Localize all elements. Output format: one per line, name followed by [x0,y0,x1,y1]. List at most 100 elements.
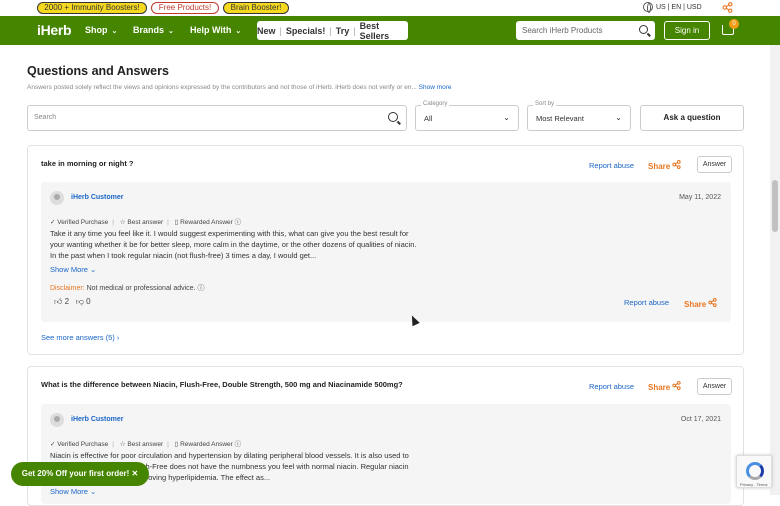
specials-try[interactable]: Try [336,26,350,36]
first-order-coupon[interactable]: Get 20% Off your first order! ✕ [11,462,149,486]
chevron-down-icon: ⌄ [90,265,97,274]
sort-select[interactable]: Sort by Most Relevant ⌄ [527,101,631,131]
question-text[interactable]: take in morning or night ? [41,159,134,168]
share-button[interactable]: Share [648,160,682,171]
nav-help-with[interactable]: Help With ⌄ [190,25,241,35]
downvote-count: 0 [86,297,91,306]
answer-badges: ✓ Verified Purchase | ☆ Best answer | ▯ Re… [50,438,241,448]
iherb-logo[interactable]: iHerb [37,22,72,38]
search-icon[interactable] [639,25,648,34]
disclaimer-label: Disclaimer: [50,285,85,292]
divider: | [279,25,282,36]
answer-body: Take it any time you feel like it. I wou… [50,229,417,260]
nav-shop[interactable]: Shop ⌄ [85,25,117,35]
chevron-down-icon: ⌄ [111,28,118,35]
close-icon[interactable]: ✕ [132,469,139,478]
sign-in-button[interactable]: Sign in [664,21,710,40]
share-icon [672,160,682,169]
promo-pill-immunity[interactable]: 2000 + Immunity Boosters! [37,2,147,14]
badge-verified: Verified Purchase [57,219,109,226]
chevron-down-icon: ⌄ [503,113,510,122]
answer-panel: iHerb Customer May 11, 2022 ✓ Verified P… [41,182,731,322]
coupon-text: Get 20% Off your first order! [21,469,130,478]
promo-bar: 2000 + Immunity Boosters! Free Products!… [0,0,780,16]
answer-author[interactable]: iHerb Customer [71,194,124,201]
qa-disclaimer: Answers posted solely reflect the views … [27,84,452,91]
page-title: Questions and Answers [27,64,169,78]
report-abuse-link[interactable]: Report abuse [589,161,634,170]
recaptcha-icon [746,462,764,480]
reward-icon: ▯ [174,219,179,226]
scrollbar-track[interactable] [770,45,780,495]
product-search-input[interactable]: Search iHerb Products [516,21,655,40]
star-icon: ☆ [119,219,126,226]
question-card: take in morning or night ? Report abuse … [27,145,744,355]
chevron-right-icon: › [116,333,120,342]
specials-specials[interactable]: Specials! [286,26,326,36]
specials-new[interactable]: New [257,26,276,36]
answer-date: Oct 17, 2021 [680,416,721,423]
share-label: Share [684,300,707,309]
avatar [50,413,64,427]
divider: | [167,219,169,226]
chevron-down-icon: ⌄ [235,28,242,35]
answer-share-button[interactable]: Share [684,298,718,309]
thumbs-down-icon[interactable]: 👎︎ [76,297,84,306]
category-label: Category [421,101,450,107]
info-icon[interactable]: ⓘ [235,441,242,448]
answer-badges: ✓ Verified Purchase | ☆ Best answer | ▯ Re… [50,216,241,226]
answer-report-abuse-link[interactable]: Report abuse [624,298,669,307]
question-search-input[interactable]: Search [27,105,407,131]
share-icon[interactable] [722,2,733,16]
badge-rewarded: Rewarded Answer [180,441,233,448]
divider: | [353,25,356,36]
recaptcha-badge[interactable]: Privacy - Terms [736,455,772,488]
ask-question-button[interactable]: Ask a question [640,105,744,131]
upvote-count: 2 [64,297,70,306]
question-search-placeholder: Search [34,114,57,121]
divider: | [167,441,169,448]
promo-pill-brain-booster[interactable]: Brain Booster! [223,2,289,14]
reward-icon: ▯ [174,441,179,448]
divider: | [112,219,114,226]
share-icon [708,298,718,307]
answer-panel: iHerb Customer Oct 17, 2021 ✓ Verified P… [41,404,731,504]
badge-verified: Verified Purchase [57,441,109,448]
search-icon[interactable] [388,112,398,122]
product-search-placeholder: Search iHerb Products [522,26,603,35]
share-icon [672,381,682,390]
avatar [50,191,64,205]
main-nav: iHerb Shop ⌄ Brands ⌄ Help With ⌄ New | Spec… [0,16,780,45]
category-select[interactable]: Category All ⌄ [415,101,519,131]
answer-button[interactable]: Answer [697,156,732,173]
see-more-answers-link[interactable]: See more answers (5) › [41,333,119,342]
promo-pill-free-products[interactable]: Free Products! [151,2,219,14]
scrollbar-thumb[interactable] [772,180,778,232]
thumbs-up-icon[interactable]: 👍︎ [54,297,62,306]
share-label: Share [648,383,671,392]
report-abuse-link[interactable]: Report abuse [589,382,634,391]
show-more-label: Show More [50,265,88,274]
divider: | [329,25,332,36]
disclaimer-text: Not medical or professional advice. [86,285,196,292]
specials-best-sellers[interactable]: Best Sellers [360,21,408,41]
chevron-down-icon: ⌄ [615,113,622,122]
show-more-link[interactable]: Show more [419,84,452,91]
chevron-down-icon: ⌄ [168,28,174,35]
qa-disclaimer-text: Answers posted solely reflect the views … [27,84,417,91]
info-icon[interactable]: ⓘ [197,285,204,292]
question-text[interactable]: What is the difference between Niacin, F… [41,380,403,389]
locale-selector[interactable]: US | EN | USD [643,2,702,13]
nav-brands[interactable]: Brands ⌄ [133,25,174,35]
answer-show-more[interactable]: Show More ⌄ [50,265,96,274]
info-icon[interactable]: ⓘ [235,219,242,226]
recaptcha-terms[interactable]: Privacy - Terms [740,482,767,487]
verified-icon: ✓ [50,219,56,226]
answer-author[interactable]: iHerb Customer [71,416,124,423]
specials-links: New | Specials! | Try | Best Sellers [257,21,408,41]
badge-best-answer: Best answer [127,219,164,226]
answer-button[interactable]: Answer [697,378,732,395]
category-value: All [424,114,433,123]
nav-brands-label: Brands [133,25,165,35]
share-button[interactable]: Share [648,381,682,392]
